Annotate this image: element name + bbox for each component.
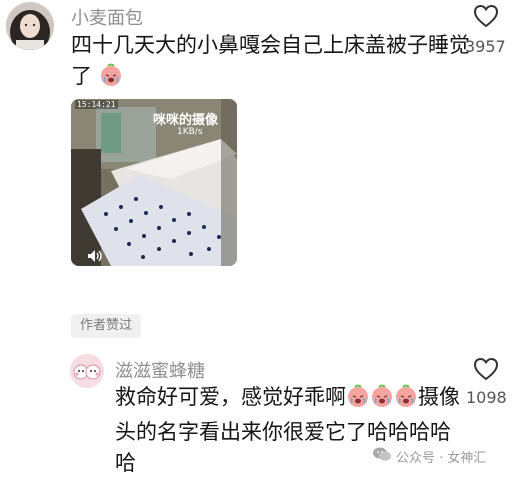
comment-text-line-2: 了 (71, 61, 470, 96)
comment-text: 四十几天大的小鼻嘎会自己上床盖被子睡觉 了 (71, 30, 470, 96)
user-avatar[interactable] (6, 2, 54, 50)
watermark: 公众号 · 女神汇 (372, 446, 486, 466)
speaker-icon[interactable] (87, 248, 103, 266)
camera-name: 咪咪的摄像 (153, 113, 219, 128)
comment-text-line: 救命好可爱，感觉好乖啊 摄像 (115, 382, 460, 417)
like-button[interactable] (472, 4, 500, 30)
crying-face-emoji-icon (370, 384, 394, 417)
comment-text-fragment: 救命好可爱，感觉好乖啊 (115, 385, 346, 409)
comment-text-fragment: 了 (71, 64, 92, 88)
watermark-text: 公众号 · 女神汇 (396, 450, 487, 466)
comment-username[interactable]: 滋滋蜜蜂糖 (115, 357, 205, 383)
wechat-icon (372, 446, 392, 466)
author-liked-badge: 作者赞过 (71, 314, 142, 338)
user-avatar[interactable] (70, 354, 104, 388)
crying-face-emoji-icon (394, 384, 418, 417)
comment-text-line: 四十几天大的小鼻嘎会自己上床盖被子睡觉 (71, 33, 470, 57)
crying-face-emoji-icon (346, 384, 370, 417)
camera-speed: 1KB/s (177, 127, 203, 137)
comment-username[interactable]: 小麦面包 (71, 4, 143, 30)
like-button[interactable] (472, 357, 500, 383)
comment-text-line: 头的名字看出来你很爱它了哈哈哈哈 (115, 420, 451, 444)
comment-image[interactable]: 15:14:21 咪咪的摄像 1KB/s (71, 99, 237, 266)
like-count: 1098 (466, 388, 507, 407)
comment-text-fragment: 摄像 (418, 385, 460, 409)
image-timestamp: 15:14:21 (75, 100, 118, 109)
heart-outline-icon (473, 357, 499, 385)
heart-outline-icon (473, 4, 499, 32)
crying-face-emoji-icon (99, 63, 123, 96)
like-count: 3957 (465, 37, 506, 56)
